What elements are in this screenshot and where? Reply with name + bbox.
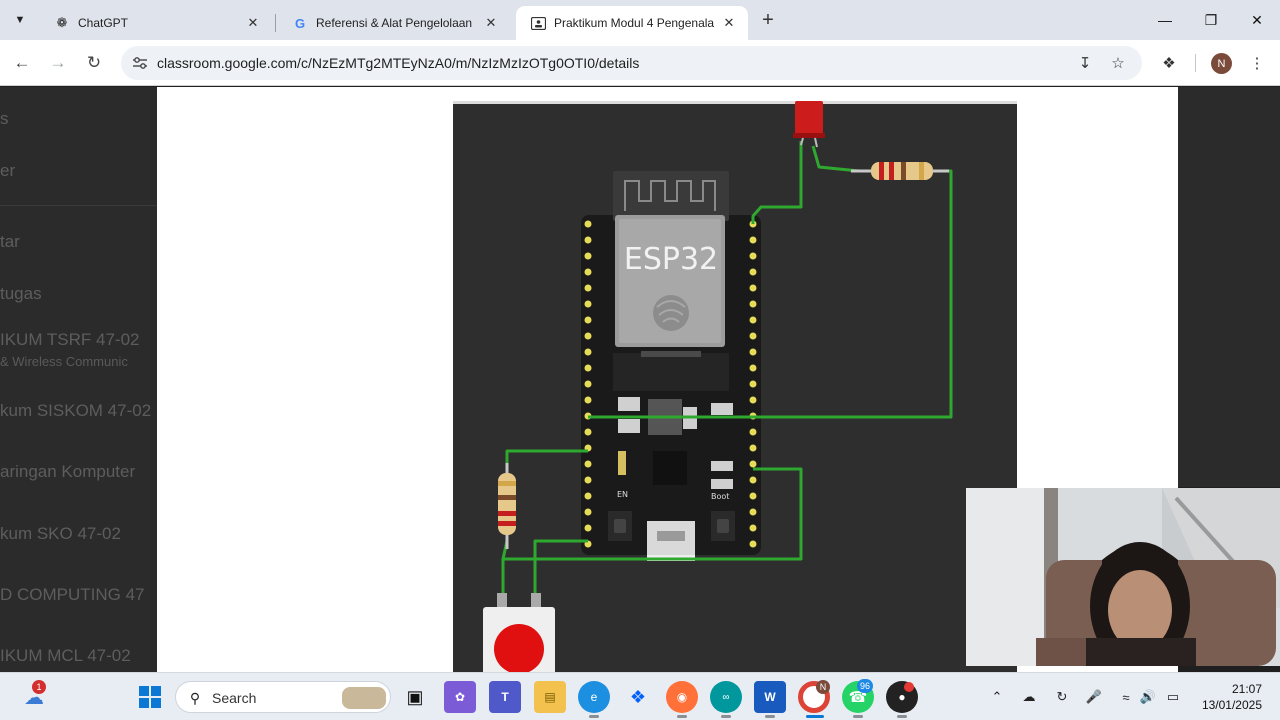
chrome-profile-badge: N	[816, 680, 830, 694]
running-indicator	[765, 715, 775, 718]
extensions-puzzle-icon[interactable]: ❖	[1158, 52, 1180, 74]
webcam-video-overlay	[966, 488, 1280, 666]
classroom-icon	[530, 15, 546, 31]
file-explorer-icon[interactable]: ▤	[534, 681, 566, 713]
sidebar-class-item[interactable]: IKUM TSRF 47-02	[0, 330, 140, 350]
volume-icon[interactable]: 🔊	[1137, 686, 1159, 708]
board-label: ESP32	[624, 242, 718, 277]
sidebar-item[interactable]: tar	[0, 232, 20, 252]
browser-toolbar: ← → ↻ classroom.google.com/c/NzEzMTg2MTE…	[0, 40, 1280, 86]
task-view-icon[interactable]: ▣	[399, 681, 431, 713]
edge-icon[interactable]: e	[578, 681, 610, 713]
tab-title: ChatGPT	[78, 16, 129, 30]
restore-icon[interactable]: ❐	[1188, 0, 1234, 40]
left-pin-header	[584, 220, 592, 548]
push-button	[483, 593, 555, 672]
chevron-up-icon[interactable]: ⌃	[986, 686, 1008, 708]
circuit-simulation-image: ESP32 EN Boot	[453, 101, 1017, 672]
page-overlay-right	[1178, 87, 1280, 487]
search-placeholder: Search	[212, 690, 257, 706]
google-g-icon: G	[294, 15, 306, 31]
resistor-button	[498, 463, 516, 549]
esp32-board: ESP32 EN Boot	[581, 171, 761, 561]
more-menu-icon[interactable]: ⋮	[1246, 52, 1268, 74]
active-app-indicator	[806, 715, 824, 718]
close-icon[interactable]: ✕	[244, 14, 262, 32]
search-icon: ⚲	[189, 689, 201, 706]
search-highlight-image	[342, 687, 386, 709]
tab-title: Referensi & Alat Pengelolaan Ko	[316, 16, 476, 30]
sync-icon[interactable]: ↻	[1051, 686, 1073, 708]
sidebar-divider	[0, 205, 157, 206]
sidebar-item[interactable]: er	[0, 161, 15, 181]
onedrive-cloud-icon[interactable]: ☁	[1018, 686, 1040, 708]
profile-avatar[interactable]: N	[1211, 53, 1232, 74]
address-bar[interactable]: classroom.google.com/c/NzEzMTg2MTEyNzA0/…	[121, 46, 1142, 80]
reload-icon[interactable]: ↻	[80, 49, 108, 77]
site-settings-icon[interactable]	[131, 54, 149, 72]
new-tab-button[interactable]: +	[756, 8, 780, 32]
back-arrow-icon[interactable]: ←	[8, 49, 36, 77]
sidebar-class-item[interactable]: IKUM MCL 47-02	[0, 646, 131, 666]
dropbox-icon[interactable]: ❖	[622, 681, 654, 713]
microphone-icon[interactable]: 🎤	[1083, 686, 1105, 708]
word-icon[interactable]: W	[754, 681, 786, 713]
url-text[interactable]: classroom.google.com/c/NzEzMTg2MTEyNzA0/…	[157, 55, 639, 71]
running-indicator	[853, 715, 863, 718]
clock-date[interactable]: 13/01/2025	[1192, 698, 1262, 712]
sidebar-item[interactable]: tugas	[0, 284, 42, 304]
forward-arrow-icon[interactable]: →	[44, 49, 72, 77]
running-indicator	[677, 715, 687, 718]
sidebar-class-item[interactable]: kum SISKOM 47-02	[0, 401, 151, 421]
red-led	[793, 101, 825, 148]
recording-dot	[904, 682, 914, 692]
tab-chatgpt[interactable]: ❁ ChatGPT ✕	[40, 6, 272, 40]
en-label: EN	[617, 490, 628, 499]
wifi-icon[interactable]: ≈	[1115, 686, 1137, 708]
teams-icon[interactable]: T	[489, 681, 521, 713]
sidebar-item[interactable]: s	[0, 109, 9, 129]
chatgpt-icon: ❁	[56, 15, 68, 30]
sidebar-class-item[interactable]: kum SKO 47-02	[0, 524, 121, 544]
close-window-icon[interactable]: ✕	[1234, 0, 1280, 40]
sidebar-class-item[interactable]: D COMPUTING 47	[0, 585, 145, 605]
resistor-led	[851, 162, 949, 180]
close-icon[interactable]: ✕	[720, 14, 738, 32]
tab-strip: ▼ ❁ ChatGPT ✕ G Referensi & Alat Pengelo…	[0, 0, 1280, 40]
tab-referensi[interactable]: G Referensi & Alat Pengelolaan Ko ✕	[278, 6, 510, 40]
bookmark-star-icon[interactable]: ☆	[1108, 53, 1128, 73]
running-indicator	[897, 715, 907, 718]
copilot-icon[interactable]: ✿	[444, 681, 476, 713]
install-app-icon[interactable]: ↧	[1075, 53, 1095, 73]
tab-praktikum[interactable]: Praktikum Modul 4 Pengenalan ✕	[516, 6, 748, 40]
tab-search-chevron-icon[interactable]: ▼	[6, 7, 34, 33]
running-indicator	[589, 715, 599, 718]
tab-title: Praktikum Modul 4 Pengenalan	[554, 16, 714, 30]
windows-taskbar: ☁ 1 ⚲ Search ▣ ✿ T ▤ e ❖ ◉ ∞ W N ☎ 96 ● …	[0, 672, 1280, 720]
classroom-sidebar: s er tar tugas IKUM TSRF 47-02 & Wireles…	[0, 87, 157, 672]
minimize-icon[interactable]: —	[1142, 0, 1188, 40]
start-windows-icon[interactable]	[134, 681, 166, 713]
notification-badge: 1	[32, 680, 46, 694]
toolbar-divider	[1195, 54, 1196, 72]
sidebar-class-subtitle: & Wireless Communic	[0, 354, 128, 369]
taskbar-search[interactable]: ⚲ Search	[175, 681, 391, 713]
clock-time[interactable]: 21:07	[1224, 682, 1262, 696]
arduino-icon[interactable]: ∞	[710, 681, 742, 713]
right-pin-header	[749, 220, 757, 548]
close-icon[interactable]: ✕	[482, 14, 500, 32]
tab-separator	[275, 14, 276, 32]
running-indicator	[721, 715, 731, 718]
boot-label: Boot	[711, 492, 729, 501]
whatsapp-badge: 96	[857, 679, 874, 693]
firefox-icon[interactable]: ◉	[666, 681, 698, 713]
battery-icon[interactable]: ▭	[1162, 686, 1184, 708]
sidebar-class-item[interactable]: aringan Komputer	[0, 462, 135, 482]
